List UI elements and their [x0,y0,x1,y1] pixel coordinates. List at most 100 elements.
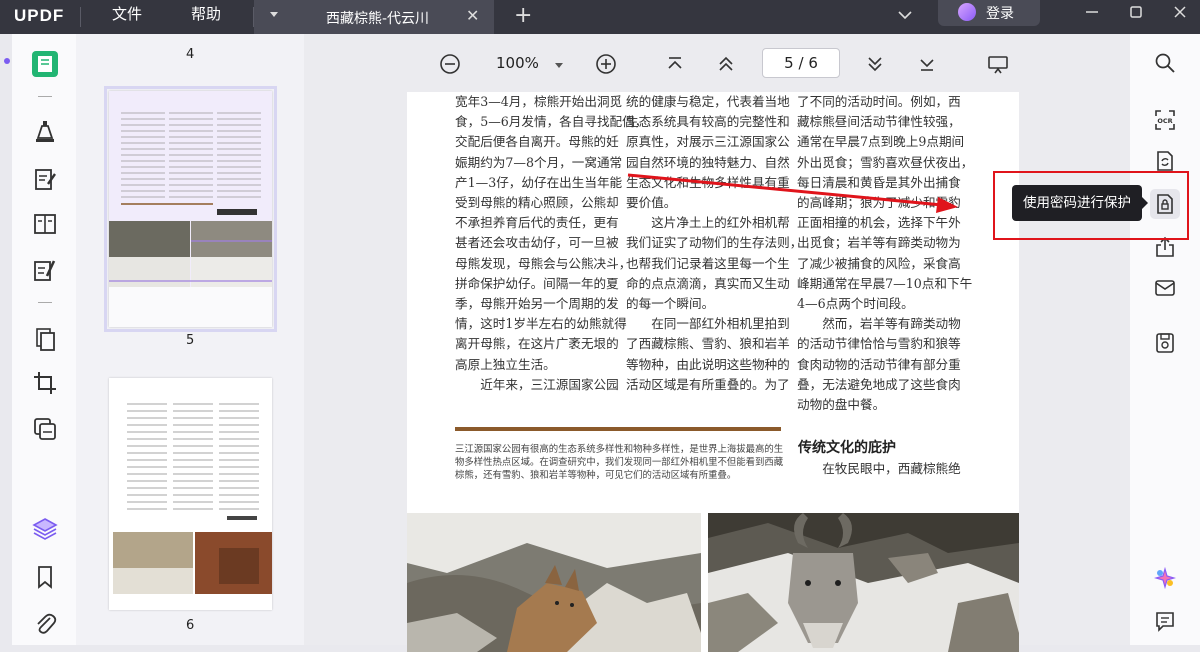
figure-caption: 三江源国家公园有很高的生态系统多样性和物种多样性，是世界上海拔最高的生物多样性热… [455,444,784,481]
page-separator: / [798,54,804,72]
presentation-icon[interactable] [987,53,1009,75]
paragraph-line: 交配后便各自离开。母熊的妊 [455,134,619,150]
convert-icon[interactable] [1154,150,1176,172]
email-icon[interactable] [1154,277,1176,299]
thumbnail-page-5[interactable] [104,86,277,332]
title-bar: UPDF 文件 帮助 西藏棕熊-代云川 ✕ + 登录 [0,0,1200,34]
svg-text:OCR: OCR [1157,117,1172,125]
fill-sign-icon[interactable] [32,257,58,283]
zoom-out-icon[interactable] [438,52,462,76]
search-icon[interactable] [1154,52,1176,74]
close-window-icon[interactable] [1172,4,1188,20]
paragraph-line: 娠期约为7—8个月，一窝通常 [455,154,623,170]
text-column-1: 宽年3—4月，棕熊开始出洞觅食，5—6月发情，各自寻找配偶， 交配后便各自离开。母… [455,92,647,395]
paragraph-line: 宽年3—4月，棕熊开始出洞觅 [455,94,623,109]
paragraph-line: 等物种，由此说明这些物种的 [626,356,790,372]
divider [38,302,52,303]
paragraph-line: 了西藏棕熊、雪豹、狼和岩羊 [626,336,790,352]
blue-sheep-photo [708,513,1019,652]
menu-file[interactable]: 文件 [112,3,142,24]
paragraph-line: 藏棕熊昼间活动节律性较强， [797,114,961,130]
paragraph-line: 离开母熊，在这片广袤无垠的 [455,336,619,352]
attachment-icon[interactable] [32,610,58,636]
document-viewer: 100% 5 / 6 宽年3—4月，棕熊开始出洞觅食，5—6月发情，各自寻找配偶… [304,34,1130,652]
minimize-icon[interactable] [1084,4,1100,20]
paragraph-line: 原真性，对展示三江源国家公 [626,134,790,150]
thumbnail-preview [113,403,273,594]
page-number-input[interactable]: 5 / 6 [762,48,840,78]
paragraph-line: 了不同的活动时间。例如，西 [797,94,961,109]
thumbnail-page-number: 6 [186,618,195,633]
paragraph-line: 不承担养育后代的责任，更有 [455,215,619,231]
ocr-icon[interactable]: OCR [1154,109,1176,131]
reader-icon[interactable] [31,50,59,78]
paragraph-line: 然而，岩羊等有蹄类动物 [797,316,961,332]
left-toolbar [4,34,76,645]
thumbnail-page-number: 4 [186,47,195,62]
paragraph-line: 在同一部红外相机里拍到 [626,316,790,332]
zoom-in-icon[interactable] [594,52,618,76]
wolf-photo [407,513,701,652]
login-button[interactable]: 登录 [938,0,1040,26]
bookmark-icon[interactable] [32,564,58,590]
next-page-icon[interactable] [866,55,884,73]
new-tab-icon[interactable]: + [514,3,532,28]
section-heading: 传统文化的庇护 [798,440,896,456]
close-tab-icon[interactable]: ✕ [466,6,479,25]
save-icon[interactable] [1154,332,1176,354]
first-page-icon[interactable] [666,55,684,73]
paragraph-line: 的每一个瞬间。 [626,296,715,312]
paragraph-line: 季，母熊开始另一个周期的发 [455,296,619,312]
crop-icon[interactable] [32,370,58,396]
annotation-arrow [627,173,958,213]
paragraph-line: 我们证实了动物们的生存法则， [626,235,803,251]
layers-icon[interactable] [32,516,58,542]
paragraph-line: 活动区域是有所重叠的。为了 [626,376,790,392]
organize-pages-icon[interactable] [32,326,58,352]
paragraph-line: 叠，无法避免地成了这些食肉 [797,376,961,392]
avatar [958,3,976,21]
paragraph-line: 出觅食；岩羊等有蹄类动物为 [797,235,961,251]
maximize-icon[interactable] [1128,4,1144,20]
tab-dropdown-icon[interactable] [270,12,278,17]
last-page-icon[interactable] [918,55,936,73]
form-icon[interactable] [32,211,58,237]
paragraph-line: 拼命保护幼仔。间隔一年的夏 [455,275,619,291]
comment-icon[interactable] [1154,610,1176,632]
paragraph-line: 食，5—6月发情，各自寻找配偶， [455,114,648,130]
annotation-highlight-box [993,171,1189,240]
divider [80,7,81,27]
paragraph-line: 食肉动物的活动节律有部分重 [797,356,961,372]
highlighter-icon[interactable] [32,118,58,144]
protect-icon[interactable] [32,416,58,442]
paragraph-line: 近年来，三江源国家公园 [455,376,619,392]
thumbnail-page-6[interactable] [109,378,273,610]
paragraph-line: 在牧民眼中，西藏棕熊绝 [797,461,961,476]
paragraph-line: 了减少被捕食的风险，采食高 [797,255,961,271]
menu-help[interactable]: 帮助 [191,3,221,24]
paragraph-line: 情，这时1岁半左右的幼熊就得 [455,316,627,332]
paragraph-line: 统的健康与稳定，代表着当地 [626,94,790,109]
edit-text-icon[interactable] [32,166,58,192]
paragraph-line: 4—6点两个时间段。 [797,296,914,312]
total-pages: 6 [808,54,818,72]
right-toolbar: OCR [1130,34,1200,645]
text-line: 在牧民眼中，西藏棕熊绝 [797,459,961,479]
zoom-dropdown-icon[interactable] [553,60,565,72]
document-tab[interactable]: 西藏棕熊-代云川 ✕ [254,0,494,34]
tab-title: 西藏棕熊-代云川 [326,11,430,27]
previous-page-icon[interactable] [717,55,735,73]
zoom-level[interactable]: 100% [496,54,539,72]
paragraph-line: 也帮我们记录着这里每一个生 [626,255,790,271]
app-logo: UPDF [14,6,65,25]
paragraph-line: 峰期通常在早晨7—10点和下午 [797,275,973,291]
paragraph-line: 高原上独立生活。 [455,356,556,372]
paragraph-line: 产1—3仔，幼仔在出生当年能 [455,174,623,190]
paragraph-line: 的活动节律恰恰与雪豹和狼等 [797,336,961,352]
text-column-2: 统的健康与稳定，代表着当地 生态系统具有较高的完整性和 原真性，对展示三江源国家公园… [626,92,802,395]
text-column-3: 了不同的活动时间。例如，西 藏棕熊昼间活动节律性较强， 通常在早晨7点到晚上9点期间… [797,92,973,415]
ai-assistant-icon[interactable] [1154,567,1176,589]
paragraph-line: 动物的盘中餐。 [797,397,886,413]
chevron-down-icon[interactable] [898,8,912,22]
notification-dot [4,58,10,64]
